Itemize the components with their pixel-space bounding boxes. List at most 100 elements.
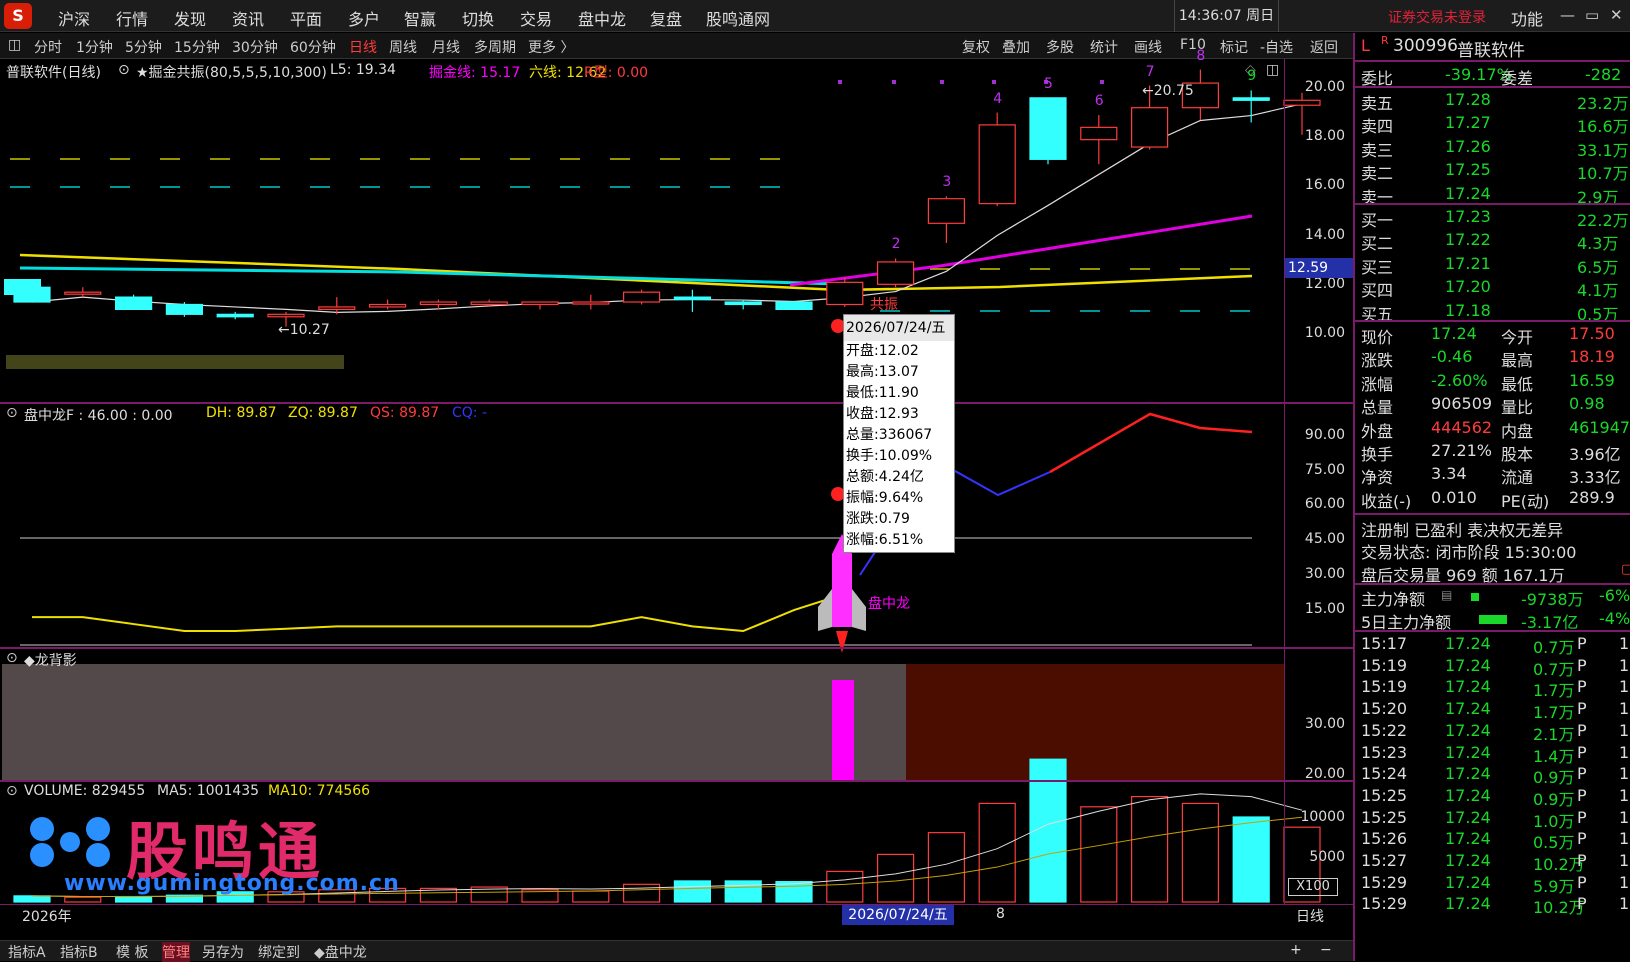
- period-tab[interactable]: 1分钟: [76, 37, 113, 57]
- more-icon[interactable]: ▢: [1621, 562, 1630, 577]
- panel2-title[interactable]: 盘中龙F : 46.00 : 0.00: [24, 405, 173, 425]
- qs-line: [1049, 412, 1253, 474]
- flow-info-icon[interactable]: ▤: [1441, 588, 1452, 602]
- menu-item[interactable]: 切换: [462, 6, 494, 30]
- bottom-tab[interactable]: 指标A: [8, 942, 46, 962]
- login-status[interactable]: 证券交易未登录: [1388, 7, 1486, 27]
- menu-item[interactable]: 发现: [174, 6, 206, 30]
- trade-tick: 15:29 17.24 5.9万 P 1: [1355, 871, 1630, 896]
- minimize-icon[interactable]: —: [1560, 6, 1575, 24]
- period-tab[interactable]: 更多 〉: [528, 37, 574, 57]
- zoom-in-button[interactable]: +: [1290, 942, 1302, 958]
- panel-toggle-icon[interactable]: ◫: [8, 37, 21, 53]
- tick-field: P: [1577, 872, 1587, 892]
- period-tab[interactable]: 日线: [349, 37, 377, 57]
- volume-bar: [1080, 806, 1118, 903]
- rocket-label: 盘中龙: [868, 596, 910, 612]
- tick-field: 17.24: [1445, 634, 1491, 653]
- zoom-out-button[interactable]: −: [1320, 942, 1332, 958]
- marker-dot: [892, 80, 896, 84]
- level-price: 17.26: [1445, 136, 1491, 156]
- flow1-bar: [1471, 593, 1479, 601]
- panel4-expand-icon[interactable]: ⊙: [6, 783, 18, 799]
- panel3-expand-icon[interactable]: ⊙: [6, 650, 18, 666]
- y-tick-label: 75.00: [1304, 461, 1345, 478]
- stat-label: 换手: [1361, 445, 1394, 464]
- stock-title: 普联软件(日线): [6, 65, 101, 81]
- stat-label: 最低: [1501, 374, 1534, 394]
- period-tab[interactable]: 月线: [432, 37, 460, 57]
- menu-item[interactable]: 盘中龙: [578, 6, 626, 30]
- menu-item[interactable]: 交易: [520, 6, 552, 30]
- period-tab[interactable]: 30分钟: [232, 37, 278, 57]
- panel3-title[interactable]: ◆龙背影: [24, 650, 77, 670]
- stat-value: 906509: [1431, 394, 1493, 414]
- period-tab[interactable]: 分时: [34, 37, 62, 57]
- tick-field: 15:23: [1361, 742, 1408, 762]
- y-tick-label: 45.00: [1304, 531, 1345, 548]
- stat-label: 最高: [1501, 351, 1534, 371]
- bottom-tab[interactable]: 模 板: [116, 942, 148, 962]
- y-tick-label: 20.00: [1304, 79, 1345, 95]
- ask-row: 卖二 17.25 10.7万: [1355, 158, 1630, 183]
- quote-header: L R 300996 普联软件: [1355, 34, 1630, 61]
- bottom-tab[interactable]: 管理: [162, 942, 190, 962]
- toolbar-button[interactable]: 返回: [1310, 37, 1338, 57]
- bottom-tab[interactable]: 指标B: [60, 942, 98, 962]
- bottom-tab[interactable]: 绑定到: [258, 942, 300, 962]
- toolbar-button[interactable]: 复权: [962, 37, 990, 57]
- menu-item[interactable]: 多户: [348, 6, 380, 30]
- stat-label: 今开: [1501, 328, 1534, 347]
- toolbar-button[interactable]: 叠加: [1002, 37, 1030, 57]
- toolbar-button[interactable]: 标记: [1220, 37, 1248, 57]
- candle-body: [572, 301, 610, 305]
- menu-item[interactable]: 资讯: [232, 6, 264, 30]
- tooltip-close: 收盘:12.93: [846, 406, 919, 422]
- tick-field: 15:29: [1361, 872, 1408, 892]
- stat-value: 0.010: [1431, 487, 1477, 507]
- ask-row: 卖三 17.26 33.1万: [1355, 135, 1630, 160]
- candle-body: [724, 301, 762, 306]
- panel2-expand-icon[interactable]: ⊙: [6, 405, 18, 421]
- tick-field: 15:26: [1361, 829, 1408, 849]
- period-tab[interactable]: 60分钟: [290, 37, 336, 57]
- period-tab[interactable]: 5分钟: [125, 37, 162, 57]
- r-value: R型: 0.00: [584, 65, 649, 81]
- bottom-bar: 指标A 指标B 模 板管理 另存为 绑定到 ◆盘中龙 + −: [0, 940, 1353, 962]
- ma10-value: MA10: 774566: [268, 783, 371, 799]
- menu-item[interactable]: 复盘: [650, 6, 682, 30]
- toolbar-button[interactable]: -自选: [1260, 37, 1293, 57]
- stock-name: 普联软件: [1457, 41, 1525, 61]
- menu-item[interactable]: 智赢: [404, 6, 436, 30]
- close-icon[interactable]: ✕: [1610, 6, 1623, 24]
- function-menu[interactable]: 功能: [1511, 6, 1543, 30]
- indicator-expand-icon[interactable]: ⊙: [118, 62, 130, 78]
- tick-field: 17.24: [1445, 785, 1491, 805]
- indicator-name[interactable]: ★掘金共振(80,5,5,5,10,300): [136, 62, 327, 82]
- candle-body: [419, 301, 457, 306]
- toolbar-button[interactable]: 多股: [1046, 37, 1074, 57]
- chart-area[interactable]: 普联软件(日线) ⊙ ★掘金共振(80,5,5,5,10,300) L5: 19…: [0, 48, 1353, 947]
- stat-value: 3.33亿: [1569, 468, 1621, 488]
- bottom-tab[interactable]: ◆盘中龙: [314, 942, 367, 962]
- period-tab[interactable]: 多周期: [474, 37, 516, 57]
- toolbar-button[interactable]: 统计: [1090, 37, 1118, 57]
- period-tab[interactable]: 15分钟: [174, 37, 220, 57]
- sequence-number: 6: [1094, 93, 1104, 110]
- maximize-icon[interactable]: ▭: [1585, 6, 1599, 24]
- bottom-tab[interactable]: 另存为: [202, 942, 244, 962]
- toolbar-button[interactable]: 画线: [1134, 37, 1162, 57]
- layout-icon[interactable]: ◫: [1266, 62, 1279, 78]
- menu-item[interactable]: 股鸣通网: [706, 6, 770, 30]
- period-tab[interactable]: 周线: [389, 37, 417, 57]
- stat-label: 涨幅: [1361, 374, 1394, 394]
- yellow-line: [19, 253, 1253, 292]
- app-logo-icon[interactable]: S: [4, 3, 32, 29]
- clock: 14:36:07 周日: [1174, 0, 1279, 32]
- level-label: 卖五: [1361, 94, 1394, 113]
- menu-item[interactable]: 平面: [290, 6, 322, 30]
- menu-item[interactable]: 沪深: [58, 6, 90, 30]
- level-price: 17.28: [1445, 90, 1491, 109]
- volume-value[interactable]: VOLUME: 829455: [24, 783, 145, 799]
- menu-item[interactable]: 行情: [116, 6, 148, 30]
